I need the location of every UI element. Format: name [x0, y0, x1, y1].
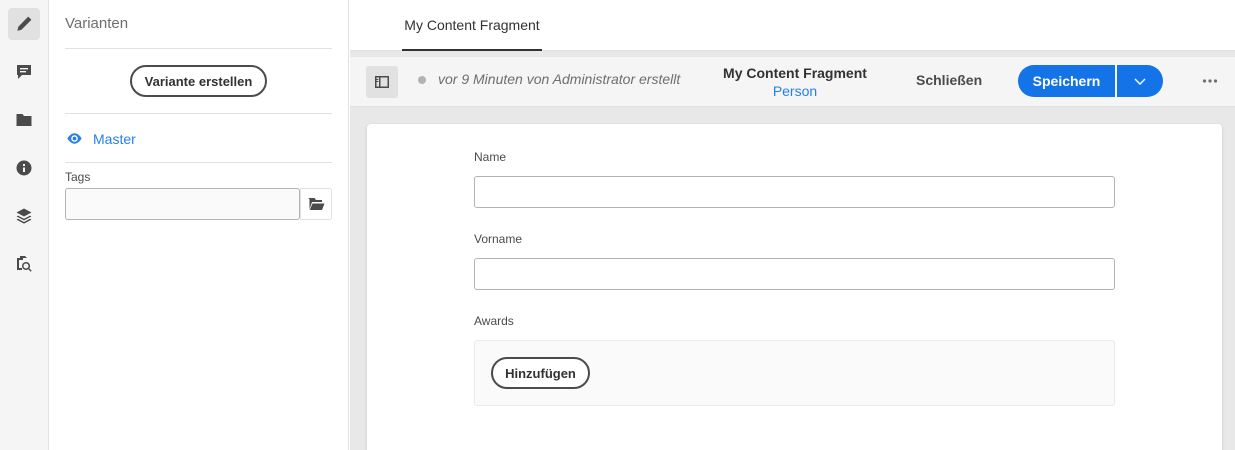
name-field[interactable]	[474, 176, 1115, 208]
save-dropdown-button[interactable]	[1117, 65, 1163, 97]
variation-master[interactable]: Master	[66, 130, 136, 147]
vorname-field[interactable]	[474, 258, 1115, 290]
edit-button[interactable]	[8, 8, 40, 40]
save-button[interactable]: Speichern	[1018, 65, 1115, 97]
divider	[65, 113, 332, 114]
fragment-model-link[interactable]: Person	[710, 83, 880, 99]
eye-icon	[67, 133, 82, 144]
more-actions-button[interactable]	[1196, 67, 1224, 95]
sidebar-icon	[375, 76, 389, 88]
awards-label: Awards	[474, 314, 514, 328]
info-button[interactable]	[8, 152, 40, 184]
divider	[65, 162, 332, 163]
awards-multifield: Hinzufügen	[474, 340, 1115, 406]
created-status-text: vor 9 Minuten von Administrator erstellt	[438, 71, 681, 87]
editor-toolbar: vor 9 Minuten von Administrator erstellt…	[350, 57, 1235, 107]
structure-button[interactable]	[8, 200, 40, 232]
tab-bar: My Content Fragment	[350, 0, 1235, 51]
layers-icon	[16, 208, 32, 224]
info-icon	[16, 160, 32, 176]
fragment-title: My Content Fragment	[723, 65, 867, 81]
folder-icon	[16, 114, 32, 126]
master-label: Master	[93, 130, 136, 147]
close-button[interactable]: Schließen	[916, 72, 982, 88]
tags-label: Tags	[65, 170, 91, 184]
panel-title: Varianten	[65, 15, 129, 32]
toggle-sidebar-button[interactable]	[366, 66, 398, 98]
editor-area: My Content Fragment vor 9 Minuten von Ad…	[350, 0, 1235, 450]
comment-icon	[17, 65, 31, 79]
chevron-down-icon	[1134, 78, 1146, 85]
pencil-icon	[17, 16, 32, 31]
status-dot	[418, 76, 426, 84]
name-label: Name	[474, 150, 507, 164]
variations-panel: Varianten Variante erstellen Master Tags	[49, 0, 349, 450]
create-variation-button[interactable]: Variante erstellen	[130, 65, 267, 97]
tags-input[interactable]	[65, 188, 300, 220]
divider	[65, 48, 332, 49]
annotations-button[interactable]	[8, 56, 40, 88]
left-rail	[0, 0, 49, 450]
tags-browse-button[interactable]	[300, 188, 332, 220]
vorname-label: Vorname	[474, 232, 523, 246]
asset-search-icon	[17, 256, 32, 272]
asset-finder-button[interactable]	[8, 248, 40, 280]
folder-open-icon	[308, 198, 325, 210]
tab-fragment[interactable]: My Content Fragment	[402, 0, 542, 51]
editor-form: Name Vorname Awards Hinzufügen	[367, 124, 1222, 450]
assets-button[interactable]	[8, 104, 40, 136]
add-award-button[interactable]: Hinzufügen	[491, 357, 590, 389]
more-icon	[1202, 79, 1218, 83]
